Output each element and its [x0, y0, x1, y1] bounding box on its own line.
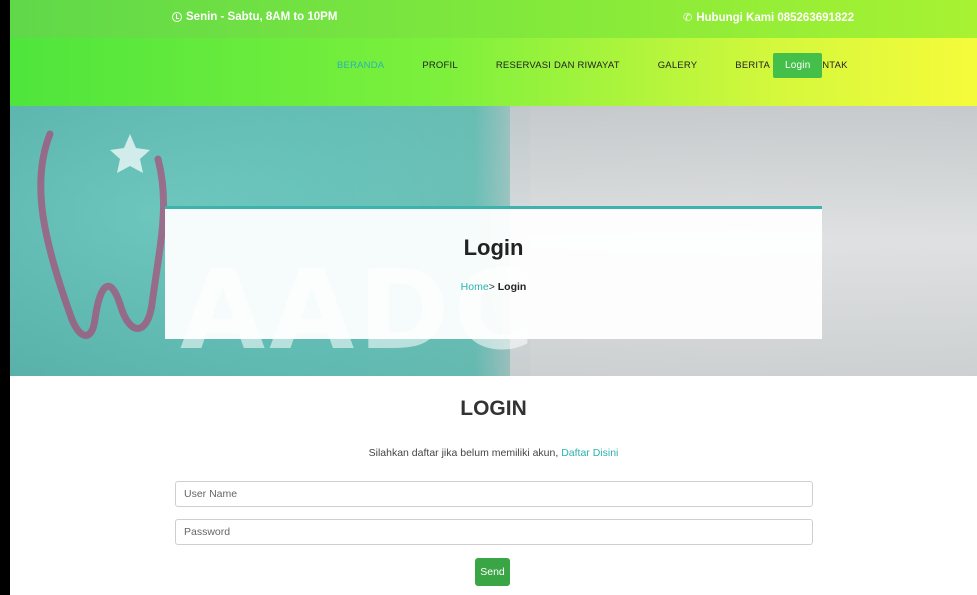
nav-login-button[interactable]: Login — [773, 53, 823, 78]
hero-banner: AADC Login Home> Login — [10, 106, 977, 376]
opening-hours: Senin - Sabtu, 8AM to 10PM — [172, 11, 337, 23]
opening-hours-text: Senin - Sabtu, 8AM to 10PM — [186, 11, 338, 23]
clock-icon — [172, 12, 182, 22]
login-heading: LOGIN — [460, 397, 527, 420]
breadcrumb-home-link[interactable]: Home — [461, 281, 489, 293]
nav-item-profil[interactable]: PROFIL — [422, 60, 458, 71]
breadcrumb: Home> Login — [165, 281, 822, 293]
contact-info: ✆ Hubungi Kami 085263691822 — [683, 11, 855, 25]
send-button[interactable]: Send — [475, 558, 510, 586]
contact-text: Hubungi Kami 085263691822 — [696, 11, 855, 24]
hero-title-card: Login Home> Login — [165, 206, 822, 339]
register-hint-text: Silahkan daftar jika belum memiliki akun… — [368, 447, 559, 459]
register-hint: Silahkan daftar jika belum memiliki akun… — [10, 447, 977, 459]
breadcrumb-current: Login — [497, 281, 527, 293]
navbar: BERANDA PROFIL RESERVASI DAN RIWAYAT GAL… — [10, 38, 977, 106]
nav-menu: BERANDA PROFIL RESERVASI DAN RIWAYAT GAL… — [337, 53, 886, 78]
nav-item-galery[interactable]: GALERY — [658, 60, 698, 71]
page-title: Login — [463, 235, 524, 260]
page: Senin - Sabtu, 8AM to 10PM ✆ Hubungi Kam… — [0, 0, 977, 595]
nav-item-beranda[interactable]: BERANDA — [337, 60, 384, 71]
nav-item-berita[interactable]: BERITA — [735, 60, 770, 71]
breadcrumb-separator: > — [488, 281, 495, 293]
register-link[interactable]: Daftar Disini — [561, 447, 618, 459]
password-input[interactable] — [176, 520, 812, 544]
password-field — [175, 519, 813, 545]
username-input[interactable] — [176, 482, 812, 506]
phone-icon: ✆ — [683, 12, 693, 24]
nav-item-reservasi[interactable]: RESERVASI DAN RIWAYAT — [496, 60, 620, 71]
username-field — [175, 481, 813, 507]
top-info-bar: Senin - Sabtu, 8AM to 10PM ✆ Hubungi Kam… — [10, 0, 977, 38]
